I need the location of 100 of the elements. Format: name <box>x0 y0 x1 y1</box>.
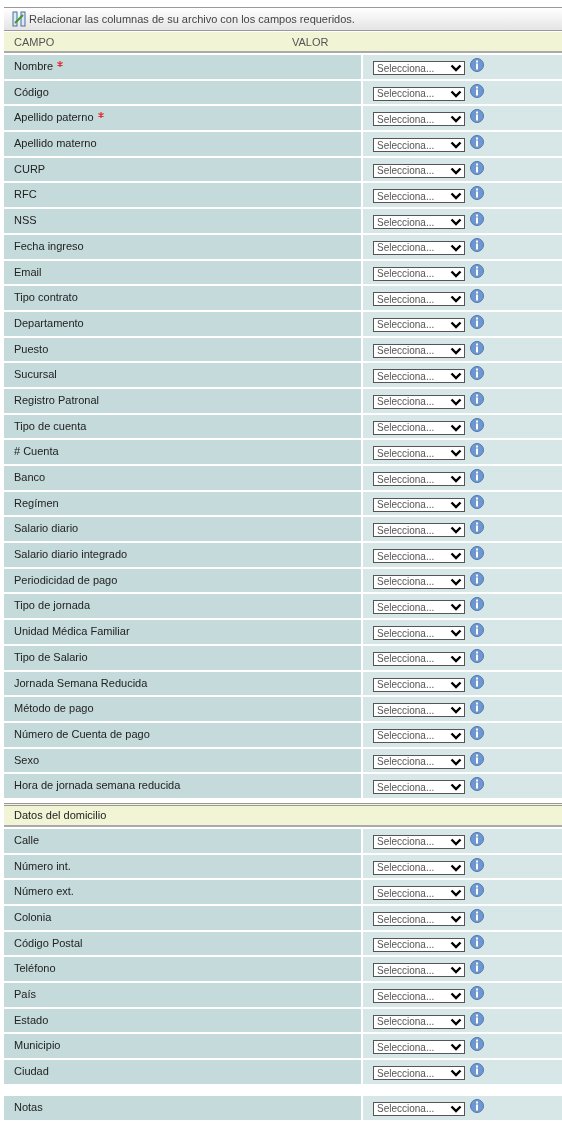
column-select[interactable]: Selecciona... <box>373 912 465 926</box>
info-icon[interactable] <box>470 212 484 227</box>
column-select[interactable]: Selecciona... <box>373 446 465 461</box>
field-label: RFC <box>4 183 361 208</box>
info-icon[interactable] <box>470 700 484 715</box>
info-icon[interactable] <box>470 1011 484 1026</box>
column-select[interactable]: Selecciona... <box>373 394 465 409</box>
info-icon[interactable] <box>470 857 484 872</box>
column-select[interactable]: Selecciona... <box>373 574 465 589</box>
caret-icon <box>450 423 462 432</box>
column-select[interactable]: Selecciona... <box>373 343 465 358</box>
caret-icon <box>450 889 462 898</box>
caret-icon <box>450 680 462 689</box>
column-select[interactable]: Selecciona... <box>373 703 465 718</box>
info-icon[interactable] <box>470 909 484 923</box>
column-select[interactable]: Selecciona... <box>373 189 465 204</box>
column-select[interactable]: Selecciona... <box>373 834 465 849</box>
column-select[interactable]: Selecciona... <box>373 1066 465 1081</box>
column-select[interactable]: Selecciona... <box>373 626 465 641</box>
field-label: Apellido materno <box>4 132 361 156</box>
info-icon[interactable] <box>470 289 484 304</box>
field-label: Fecha ingreso <box>4 234 361 259</box>
info-icon[interactable] <box>470 340 484 355</box>
column-select[interactable]: Selecciona... <box>373 728 465 743</box>
field-label: Unidad Médica Familiar <box>4 620 361 644</box>
info-icon[interactable] <box>470 674 484 689</box>
caret-icon <box>450 629 462 638</box>
info-icon[interactable] <box>470 777 484 792</box>
column-select[interactable]: Selecciona... <box>373 215 465 230</box>
info-icon[interactable] <box>470 494 484 509</box>
info-icon[interactable] <box>470 1098 484 1113</box>
field-label: Ciudad <box>4 1060 361 1084</box>
info-icon[interactable] <box>470 263 484 278</box>
info-icon[interactable] <box>470 883 484 898</box>
info-icon[interactable] <box>470 58 484 72</box>
column-select[interactable]: Selecciona... <box>373 780 465 795</box>
caret-icon <box>450 141 462 150</box>
info-icon[interactable] <box>470 520 484 535</box>
info-icon[interactable] <box>470 135 484 150</box>
info-icon[interactable] <box>470 1063 484 1078</box>
column-select[interactable]: Selecciona... <box>373 600 465 615</box>
info-icon[interactable] <box>470 83 484 98</box>
column-select[interactable]: Selecciona... <box>373 549 465 564</box>
info-icon[interactable] <box>470 934 484 949</box>
column-select[interactable]: Selecciona... <box>373 317 465 332</box>
info-icon[interactable] <box>470 986 484 1001</box>
column-header: CAMPO <box>13 35 56 48</box>
column-select[interactable]: Selecciona... <box>373 112 465 127</box>
column-select[interactable]: Selecciona... <box>373 240 465 255</box>
caret-icon <box>450 269 462 278</box>
info-icon[interactable] <box>470 417 484 432</box>
caret-icon <box>450 372 462 381</box>
info-icon[interactable] <box>470 725 484 740</box>
info-icon[interactable] <box>470 1037 484 1052</box>
column-select[interactable]: Selecciona... <box>373 163 465 178</box>
info-icon[interactable] <box>470 314 484 329</box>
field-label: Salario diario <box>4 517 361 542</box>
info-icon[interactable] <box>470 546 484 561</box>
info-icon[interactable] <box>470 237 484 252</box>
field-label: Notas <box>4 1095 361 1120</box>
column-select[interactable]: Selecciona... <box>373 292 465 307</box>
info-icon[interactable] <box>470 469 484 483</box>
column-select[interactable]: Selecciona... <box>373 86 465 101</box>
caret-icon <box>450 295 462 304</box>
column-select[interactable]: Selecciona... <box>373 989 465 1004</box>
field-label: Puesto <box>4 337 361 362</box>
info-icon[interactable] <box>470 831 484 846</box>
column-select[interactable]: Selecciona... <box>373 1014 465 1029</box>
column-select[interactable]: Selecciona... <box>373 266 465 281</box>
column-select[interactable]: Selecciona... <box>373 523 465 538</box>
info-icon[interactable] <box>470 366 484 381</box>
column-select[interactable]: Selecciona... <box>373 963 465 978</box>
column-select[interactable]: Selecciona... <box>373 651 465 666</box>
column-select[interactable]: Selecciona... <box>373 61 465 75</box>
column-select[interactable]: Selecciona... <box>373 860 465 875</box>
column-select[interactable]: Selecciona... <box>373 472 465 486</box>
column-select[interactable]: Selecciona... <box>373 1040 465 1055</box>
section-title: Datos del domicilio <box>14 809 107 822</box>
column-select[interactable]: Selecciona... <box>373 369 465 384</box>
info-icon[interactable] <box>470 186 484 201</box>
field-label: Tipo de jornada <box>4 594 361 619</box>
field-label: Municipio <box>4 1034 361 1059</box>
info-icon[interactable] <box>470 960 484 975</box>
info-icon[interactable] <box>470 443 484 458</box>
info-icon[interactable] <box>470 160 484 175</box>
column-select[interactable]: Selecciona... <box>373 497 465 512</box>
info-icon[interactable] <box>470 597 484 612</box>
info-icon[interactable] <box>470 648 484 663</box>
column-select[interactable]: Selecciona... <box>373 138 465 153</box>
column-select[interactable]: Selecciona... <box>373 1101 465 1116</box>
column-select[interactable]: Selecciona... <box>373 420 465 435</box>
column-select[interactable]: Selecciona... <box>373 937 465 952</box>
info-icon[interactable] <box>470 109 484 124</box>
info-icon[interactable] <box>470 391 484 406</box>
column-select[interactable]: Selecciona... <box>373 677 465 692</box>
info-icon[interactable] <box>470 751 484 766</box>
info-icon[interactable] <box>470 571 484 586</box>
column-select[interactable]: Selecciona... <box>373 754 465 769</box>
column-select[interactable]: Selecciona... <box>373 886 465 901</box>
info-icon[interactable] <box>470 623 484 638</box>
